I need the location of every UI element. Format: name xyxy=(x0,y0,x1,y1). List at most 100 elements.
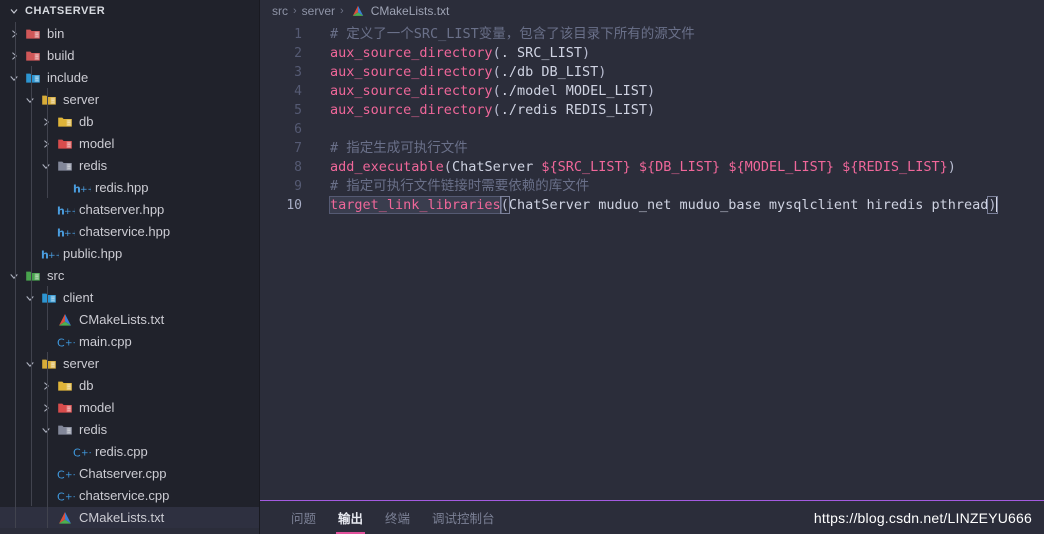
cpp-file-icon: C++ xyxy=(57,334,75,350)
tree-file-chatservice-cpp[interactable]: C++ chatservice.cpp xyxy=(0,485,259,507)
cmake-file-icon xyxy=(351,4,365,18)
folder-icon xyxy=(41,356,57,372)
breadcrumb-file-label[interactable]: CMakeLists.txt xyxy=(371,4,450,18)
twisty-placeholder xyxy=(40,204,52,216)
code-line[interactable]: 9 # 指定可执行文件链接时需要依赖的库文件 xyxy=(260,177,1044,196)
tree-folder-include[interactable]: include xyxy=(0,67,259,89)
tree-folder-server[interactable]: server xyxy=(0,89,259,111)
chevron-right-icon[interactable] xyxy=(40,138,52,150)
panel-tab-1[interactable]: 输出 xyxy=(327,501,374,534)
code-line[interactable]: 10 target_link_libraries(ChatServer muduo… xyxy=(260,196,1044,215)
tree-file-chatservice-hpp[interactable]: h++ chatservice.hpp xyxy=(0,221,259,243)
tree-item-label: redis.cpp xyxy=(95,444,148,459)
chevron-down-icon[interactable] xyxy=(24,94,36,106)
tree-file-main-cpp[interactable]: C++ main.cpp xyxy=(0,331,259,353)
tree-item-label: build xyxy=(47,48,75,63)
tree-file-cmakelists-txt[interactable]: CMakeLists.txt xyxy=(0,507,259,529)
tree-folder-redis[interactable]: redis xyxy=(0,155,259,177)
folder-icon xyxy=(25,48,41,64)
svg-text:++: ++ xyxy=(64,207,75,217)
chevron-right-icon[interactable] xyxy=(40,116,52,128)
tree-item-label: bin xyxy=(47,26,65,41)
chevron-right-icon[interactable] xyxy=(40,402,52,414)
panel-tab-list: 问题 输出 终端 调试控制台 xyxy=(260,501,506,534)
tree-folder-model[interactable]: model xyxy=(0,397,259,419)
code-line[interactable]: 6 xyxy=(260,120,1044,139)
tree-file-public-hpp[interactable]: h++ public.hpp xyxy=(0,243,259,265)
tree-file-redis-hpp[interactable]: h++ redis.hpp xyxy=(0,177,259,199)
chevron-down-icon[interactable] xyxy=(8,5,20,17)
code-line[interactable]: 1 # 定义了一个SRC_LIST变量，包含了该目录下所有的源文件 xyxy=(260,25,1044,44)
code-line[interactable]: 7 # 指定生成可执行文件 xyxy=(260,139,1044,158)
code-token: ./db DB_LIST xyxy=(500,64,599,80)
code-token: ChatServer xyxy=(451,159,542,175)
code-token: ( xyxy=(492,102,501,118)
hpp-file-icon: h++ xyxy=(41,246,59,262)
code-content: aux_source_directory(./db DB_LIST) xyxy=(302,63,1044,82)
tree-item-label: model xyxy=(79,400,115,415)
panel-tab-0[interactable]: 问题 xyxy=(280,501,327,534)
chevron-down-icon[interactable] xyxy=(8,270,20,282)
panel-tab-3[interactable]: 调试控制台 xyxy=(421,501,506,534)
tree-folder-server[interactable]: server xyxy=(0,353,259,375)
line-number: 5 xyxy=(294,103,302,118)
tree-file-chatserver-hpp[interactable]: h++ chatserver.hpp xyxy=(0,199,259,221)
code-content: # 定义了一个SRC_LIST变量，包含了该目录下所有的源文件 xyxy=(302,25,1044,44)
tree-folder-db[interactable]: db xyxy=(0,111,259,133)
panel-tab-2[interactable]: 终端 xyxy=(374,501,421,534)
code-line[interactable]: 4 aux_source_directory(./model MODEL_LIST… xyxy=(260,82,1044,101)
twisty-placeholder xyxy=(40,490,52,502)
chevron-down-icon[interactable] xyxy=(40,424,52,436)
tree-item-label: main.cpp xyxy=(79,334,132,349)
breadcrumb-part-src[interactable]: src xyxy=(272,4,288,18)
cmake-file-icon xyxy=(57,312,73,328)
tree-folder-redis[interactable]: redis xyxy=(0,419,259,441)
breadcrumb-separator-icon: › xyxy=(340,5,344,17)
code-line[interactable]: 8 add_executable(ChatServer ${SRC_LIST} $… xyxy=(260,158,1044,177)
panel-tab-label: 调试控制台 xyxy=(432,512,495,526)
chevron-down-icon[interactable] xyxy=(40,160,52,172)
code-token: # 指定可执行文件链接时需要依赖的库文件 xyxy=(330,178,590,194)
explorer-section-header[interactable]: CHATSERVER xyxy=(0,0,259,22)
tree-folder-src[interactable]: src xyxy=(0,265,259,287)
line-number: 4 xyxy=(294,84,302,99)
code-editor[interactable]: 1 # 定义了一个SRC_LIST变量，包含了该目录下所有的源文件 2 aux_sou… xyxy=(260,22,1044,500)
code-line[interactable]: 2 aux_source_directory(. SRC_LIST) xyxy=(260,44,1044,63)
svg-text:C: C xyxy=(57,491,65,504)
tree-indent-guide xyxy=(47,88,48,198)
twisty-placeholder xyxy=(56,182,68,194)
svg-text:++: ++ xyxy=(48,251,59,261)
tree-folder-client[interactable]: client xyxy=(0,287,259,309)
code-token: . SRC_LIST xyxy=(500,45,582,61)
breadcrumb-part-server[interactable]: server xyxy=(302,4,335,18)
chevron-down-icon[interactable] xyxy=(24,358,36,370)
tree-file-redis-cpp[interactable]: C++ redis.cpp xyxy=(0,441,259,463)
chevron-down-icon[interactable] xyxy=(8,72,20,84)
code-token: ( xyxy=(492,83,501,99)
svg-text:C: C xyxy=(57,337,65,350)
tree-folder-build[interactable]: build xyxy=(0,45,259,67)
tree-folder-bin[interactable]: bin xyxy=(0,23,259,45)
code-token: ( xyxy=(492,64,501,80)
tree-file-chatserver-cpp[interactable]: C++ Chatserver.cpp xyxy=(0,463,259,485)
line-number: 8 xyxy=(294,160,302,175)
tree-folder-model[interactable]: model xyxy=(0,133,259,155)
chevron-right-icon[interactable] xyxy=(40,380,52,392)
code-line[interactable]: 5 aux_source_directory(./redis REDIS_LIST… xyxy=(260,101,1044,120)
svg-text:++: ++ xyxy=(64,229,75,239)
code-token: # 定义了一个SRC_LIST变量，包含了该目录下所有的源文件 xyxy=(330,26,695,42)
tree-file-cmakelists-txt[interactable]: CMakeLists.txt xyxy=(0,309,259,331)
code-content: aux_source_directory(./model MODEL_LIST) xyxy=(302,82,1044,101)
editor-area: src › server › CMakeLists.txt 1 # 定义了一个SR… xyxy=(260,0,1044,534)
code-line[interactable]: 3 aux_source_directory(./db DB_LIST) xyxy=(260,63,1044,82)
chevron-right-icon[interactable] xyxy=(8,28,20,40)
line-number: 7 xyxy=(294,141,302,156)
chevron-right-icon[interactable] xyxy=(8,50,20,62)
line-number: 6 xyxy=(294,122,302,137)
tree-folder-db[interactable]: db xyxy=(0,375,259,397)
folder-icon xyxy=(25,26,41,42)
twisty-placeholder xyxy=(40,512,52,524)
cmake-file-icon xyxy=(57,510,73,526)
chevron-down-icon[interactable] xyxy=(24,292,36,304)
cpp-file-icon: C++ xyxy=(57,466,75,482)
